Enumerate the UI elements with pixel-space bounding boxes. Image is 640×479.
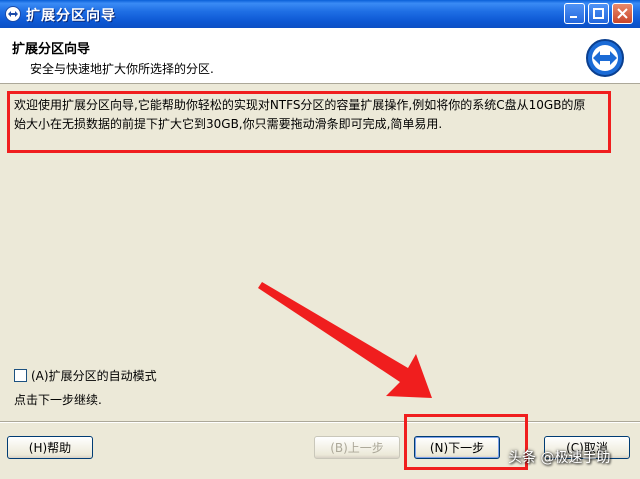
auto-mode-label: (A)扩展分区的自动模式 bbox=[31, 368, 157, 383]
auto-mode-option[interactable]: (A)扩展分区的自动模式 bbox=[14, 367, 157, 383]
continue-hint: 点击下一步继续. bbox=[14, 393, 102, 407]
maximize-button[interactable] bbox=[588, 3, 609, 24]
maximize-icon bbox=[593, 8, 604, 19]
annotation-arrow-icon bbox=[258, 282, 432, 398]
header-title: 扩展分区向导 bbox=[12, 42, 91, 57]
wizard-header: 扩展分区向导 安全与快速地扩大你所选择的分区. bbox=[0, 28, 640, 84]
annotation-box-description bbox=[7, 91, 611, 153]
title-bar[interactable]: 扩展分区向导 bbox=[0, 0, 640, 28]
minimize-button[interactable] bbox=[564, 3, 585, 24]
expand-arrows-icon bbox=[586, 39, 624, 77]
watermark: 头条 @极速手助 bbox=[508, 450, 611, 466]
auto-mode-checkbox[interactable] bbox=[14, 368, 27, 382]
window-title: 扩展分区向导 bbox=[26, 8, 116, 24]
close-button[interactable] bbox=[612, 3, 633, 24]
footer-divider bbox=[0, 421, 640, 423]
header-subtitle: 安全与快速地扩大你所选择的分区. bbox=[30, 62, 214, 76]
minimize-icon bbox=[570, 16, 577, 18]
help-button[interactable]: (H)帮助 bbox=[7, 436, 93, 459]
app-icon bbox=[5, 6, 21, 22]
close-icon bbox=[617, 8, 628, 19]
back-button[interactable]: (B)上一步 bbox=[314, 436, 400, 459]
